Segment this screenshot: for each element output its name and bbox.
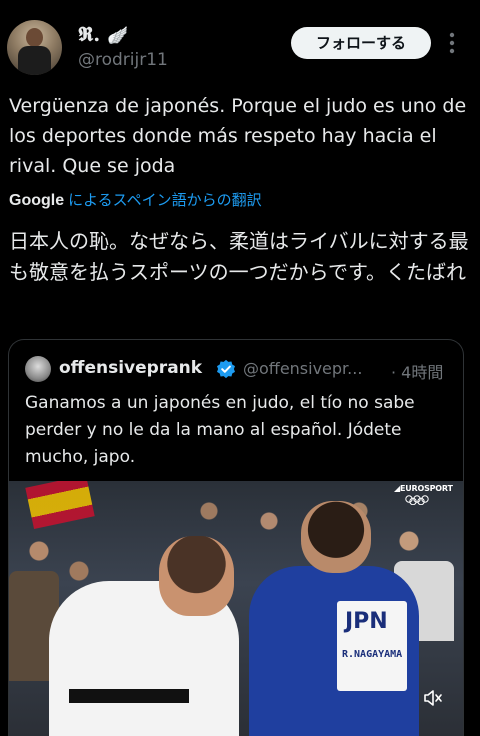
judoka-white-head: [159, 536, 234, 616]
wings-icon: 🪽: [107, 26, 129, 46]
video-player[interactable]: JPN R.NAGAYAMA ◢EUROSPORT: [9, 481, 463, 736]
back-patch-name: R.NAGAYAMA: [342, 649, 403, 660]
translation-source-link[interactable]: によるスペイン語からの翻訳: [68, 191, 262, 209]
avatar-head: [26, 28, 43, 47]
tweet-header: 𝕽. 🪽 @rodrijr11 フォローする: [0, 0, 480, 82]
speaker-muted-icon[interactable]: [423, 688, 443, 708]
author-avatar[interactable]: [7, 20, 62, 75]
quoted-tweet-card[interactable]: offensiveprank @offensivepr... · 4時間 Gan…: [8, 339, 464, 736]
broadcaster-logo: ◢EUROSPORT: [394, 484, 453, 493]
quoted-author-handle[interactable]: @offensivepr...: [243, 359, 362, 378]
avatar-body: [18, 46, 51, 75]
translation-attribution: Google によるスペイン語からの翻訳: [9, 189, 262, 211]
author-name-text: 𝕽.: [78, 22, 101, 46]
quoted-author-name[interactable]: offensiveprank: [59, 358, 202, 378]
judoka-blue-head: [301, 501, 371, 573]
follow-button[interactable]: フォローする: [291, 27, 431, 59]
author-display-name[interactable]: 𝕽. 🪽: [78, 22, 128, 46]
quoted-author-avatar[interactable]: [25, 356, 51, 382]
quoted-timestamp[interactable]: · 4時間: [391, 359, 443, 383]
google-logo: Google: [9, 192, 65, 209]
tweet-text: Vergüenza de japonés. Porque el judo es …: [9, 95, 467, 177]
back-patch-country: JPN: [345, 609, 388, 634]
olympic-rings-icon: [405, 495, 429, 505]
more-vertical-icon[interactable]: [447, 30, 457, 56]
author-handle[interactable]: @rodrijr11: [78, 50, 168, 70]
quoted-tweet-text: Ganamos a un japonés en judo, el tío no …: [25, 393, 415, 467]
tweet-page: 𝕽. 🪽 @rodrijr11 フォローする Vergüenza de japo…: [0, 0, 480, 736]
black-belt: [69, 689, 189, 703]
verified-badge-icon: [217, 359, 235, 379]
translated-text: 日本人の恥。なぜなら、柔道はライバルに対する最も敬意を払うスポーツの一つだからで…: [9, 229, 469, 284]
